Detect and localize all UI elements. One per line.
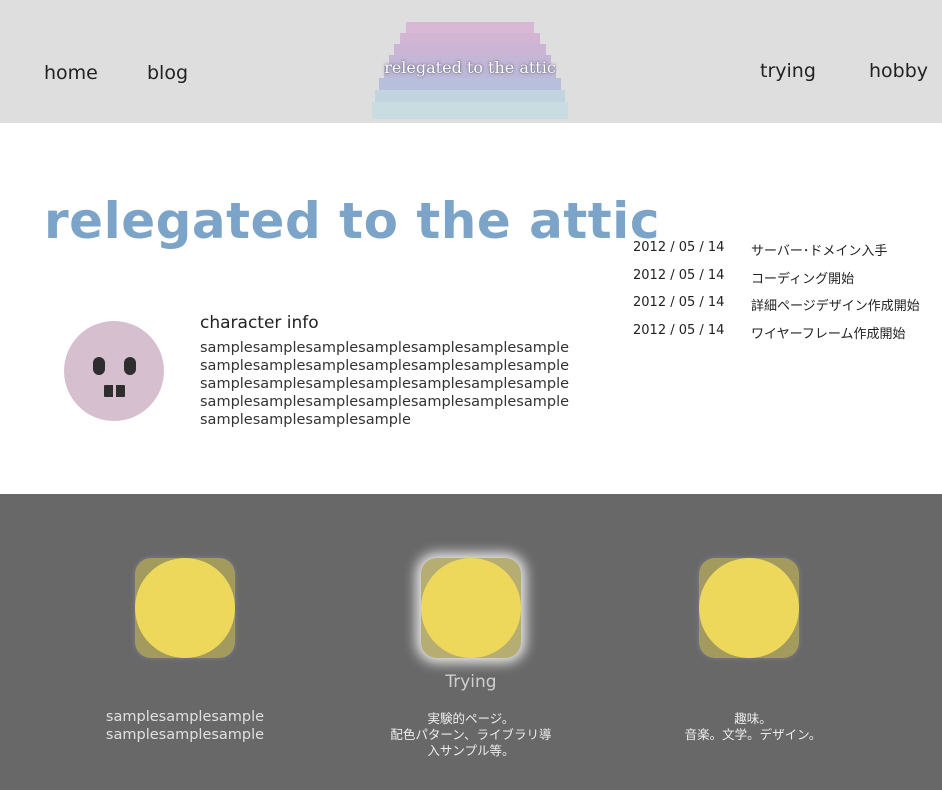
page-title: relegated to the attic	[44, 192, 660, 250]
card-desc-line: 実験的ページ。	[427, 711, 515, 726]
nav-home-link[interactable]: home	[44, 62, 98, 84]
stair-step	[379, 78, 561, 90]
news-title: コーディング開始	[751, 271, 855, 287]
header: home blog relegated to the attic trying …	[0, 0, 942, 123]
hobby-card-icon[interactable]	[699, 558, 799, 658]
character-info-title: character info	[200, 313, 319, 333]
news-item[interactable]: 2012 / 05 / 14 サーバー･ドメイン入手	[633, 240, 938, 268]
trying-card-description: 実験的ページ。 配色パターン、ライブラリ導 入サンプル等。	[371, 711, 571, 759]
card-desc-line: samplesamplesample	[105, 727, 265, 743]
trying-card-title[interactable]: Trying	[371, 672, 571, 692]
news-date: 2012 / 05 / 14	[633, 240, 725, 255]
news-date: 2012 / 05 / 14	[633, 295, 725, 310]
card-icon-circle	[699, 558, 799, 658]
hobby-card-description: 趣味。 音楽。文学。デザイン。	[653, 711, 853, 743]
card-desc-line: samplesamplesample	[105, 709, 265, 725]
character-info-text: samplesamplesamplesamplesamplesamplesamp…	[200, 340, 570, 428]
news-list: 2012 / 05 / 14 サーバー･ドメイン入手 2012 / 05 / 1…	[633, 240, 938, 350]
card-icon-circle	[421, 558, 521, 658]
news-item[interactable]: 2012 / 05 / 14 ワイヤーフレーム作成開始	[633, 323, 938, 351]
blog-card-icon[interactable]	[135, 558, 235, 658]
blog-card-description: samplesamplesample samplesamplesample	[85, 708, 285, 744]
nav-trying-link[interactable]: trying	[760, 60, 816, 82]
nav-hobby-link[interactable]: hobby	[869, 60, 928, 82]
logo-text[interactable]: relegated to the attic	[372, 58, 568, 77]
card-icon-circle	[135, 558, 235, 658]
character-avatar	[64, 321, 164, 421]
nav-blog-link[interactable]: blog	[147, 62, 188, 84]
avatar-right-eye	[124, 357, 136, 375]
news-item[interactable]: 2012 / 05 / 14 詳細ページデザイン作成開始	[633, 295, 938, 323]
news-title: ワイヤーフレーム作成開始	[751, 326, 906, 342]
news-date: 2012 / 05 / 14	[633, 322, 725, 338]
avatar-left-eye	[93, 357, 105, 375]
stair-step	[372, 102, 568, 119]
news-item[interactable]: 2012 / 05 / 14 コーディング開始	[633, 268, 938, 296]
card-desc-line: 入サンプル等。	[427, 743, 515, 758]
footer: samplesamplesample samplesamplesample Tr…	[0, 494, 942, 790]
stair-step	[375, 90, 565, 102]
card-desc-line: 音楽。文学。デザイン。	[684, 727, 822, 742]
news-date: 2012 / 05 / 14	[633, 267, 725, 283]
trying-card-icon[interactable]	[421, 558, 521, 658]
card-desc-line: 配色パターン、ライブラリ導	[390, 727, 552, 742]
card-desc-line: 趣味。	[734, 711, 772, 726]
news-title: 詳細ページデザイン作成開始	[751, 299, 920, 314]
avatar-teeth	[104, 385, 125, 397]
news-title: サーバー･ドメイン入手	[751, 244, 888, 259]
